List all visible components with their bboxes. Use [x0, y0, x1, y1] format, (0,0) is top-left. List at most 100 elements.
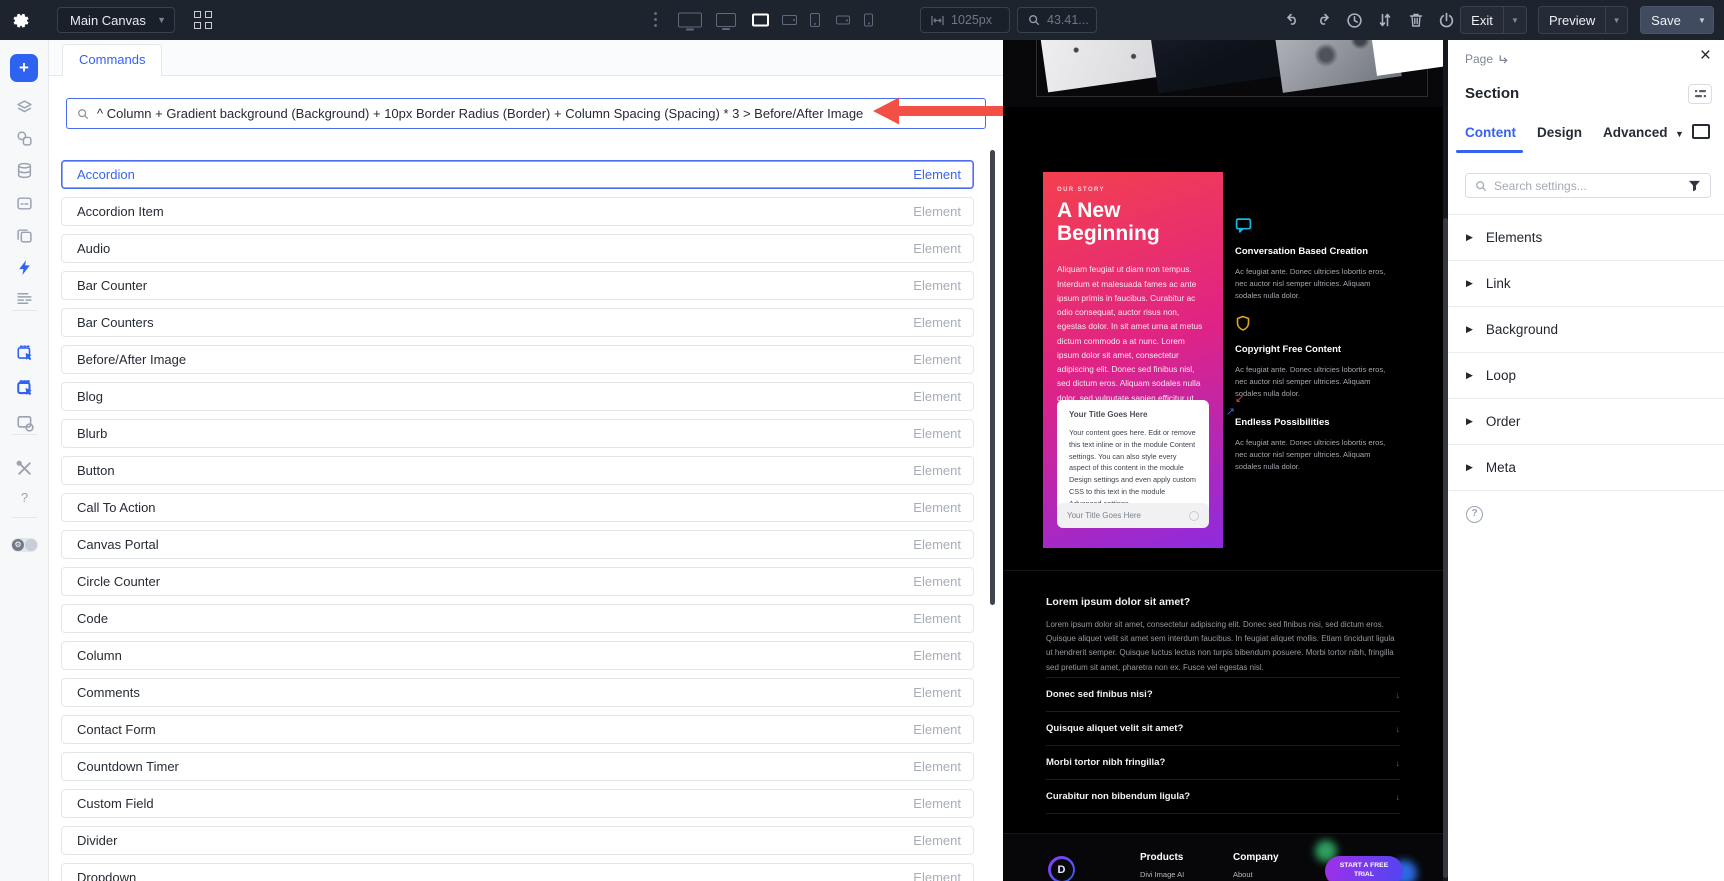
command-input[interactable]: ^ Column + Gradient background (Backgrou… — [66, 98, 986, 129]
layers-icon[interactable] — [16, 99, 33, 116]
command-result-row[interactable]: Dropdown Element — [61, 863, 974, 881]
device-tablet-portrait-button[interactable] — [810, 0, 821, 40]
settings-search-input[interactable]: Search settings... — [1465, 173, 1711, 198]
command-result-row[interactable]: Blog Element — [61, 382, 974, 411]
close-icon[interactable]: × — [1700, 46, 1711, 65]
command-result-row[interactable]: Button Element — [61, 456, 974, 485]
save-chevron-icon[interactable]: ▼ — [1691, 7, 1713, 33]
help-icon[interactable]: ? — [16, 490, 33, 507]
tabs-chevron-down-icon[interactable]: ▼ — [1675, 129, 1684, 139]
settings-section-row[interactable]: ▶ Meta — [1448, 445, 1724, 491]
page-preview-canvas[interactable]: OUR STORY A New Beginning Aliquam feugia… — [1003, 40, 1443, 881]
command-result-row[interactable]: Contact Form Element — [61, 715, 974, 744]
commands-list-scrollbar[interactable] — [990, 150, 995, 605]
footer-link[interactable]: About — [1233, 870, 1279, 879]
breadcrumb[interactable]: Page — [1465, 52, 1509, 66]
settings-section-row[interactable]: ▶ Link — [1448, 261, 1724, 307]
faq-question-row[interactable]: Curabitur non bibendum ligula? ↓ — [1046, 780, 1400, 814]
dashboard-grid-icon[interactable] — [194, 11, 212, 29]
tools-icon[interactable] — [16, 460, 33, 477]
footer-link[interactable]: Divi Image AI — [1140, 870, 1184, 879]
faq-question-row[interactable]: Morbi tortor nibh fringilla? ↓ — [1046, 746, 1400, 780]
portability-icon[interactable] — [1377, 12, 1393, 28]
preview-button[interactable]: Preview ▼ — [1538, 6, 1628, 34]
command-result-row[interactable]: Code Element — [61, 604, 974, 633]
device-tablet-landscape-button[interactable] — [782, 0, 798, 40]
settings-section-row[interactable]: ▶ Elements — [1448, 215, 1724, 261]
responsive-view-icon[interactable] — [1692, 124, 1710, 139]
trash-icon[interactable] — [1408, 12, 1424, 28]
command-result-row[interactable]: Divider Element — [61, 826, 974, 855]
undo-icon[interactable] — [1285, 12, 1301, 28]
command-result-type-badge: Element — [913, 389, 961, 404]
device-desktop-button[interactable] — [716, 0, 738, 40]
canvas-width-field[interactable]: 1025px — [920, 7, 1010, 33]
command-result-row[interactable]: Column Element — [61, 641, 974, 670]
footer-column-header: Products — [1140, 852, 1184, 863]
preview-footer-section[interactable]: D Divi AI Products Divi Image AIDivi Tex… — [1003, 833, 1443, 881]
preview-faq-section[interactable]: Lorem ipsum dolor sit amet? Lorem ipsum … — [1003, 570, 1443, 833]
preview-scrollbar[interactable] — [1443, 40, 1448, 881]
faq-question-row[interactable]: Quisque aliquet velit sit amet? ↓ — [1046, 712, 1400, 746]
command-result-row[interactable]: Accordion Element — [61, 160, 974, 189]
extend-styles-button[interactable] — [1688, 84, 1712, 104]
exit-button[interactable]: Exit ▼ — [1460, 6, 1527, 34]
command-result-row[interactable]: Comments Element — [61, 678, 974, 707]
cta-start-trial-button[interactable]: START A FREE TRIAL — [1325, 856, 1403, 881]
preview-features-section[interactable]: OUR STORY A New Beginning Aliquam feugia… — [1003, 107, 1443, 570]
insert-module-alt-icon[interactable] — [16, 379, 33, 396]
command-result-row[interactable]: Blurb Element — [61, 419, 974, 448]
window-options-icon[interactable] — [16, 414, 34, 432]
add-module-button[interactable]: + — [10, 54, 38, 82]
command-result-row[interactable]: Custom Field Element — [61, 789, 974, 818]
preview-scrollbar-thumb[interactable] — [1443, 218, 1448, 878]
copy-pages-icon[interactable] — [16, 227, 33, 244]
tab-content[interactable]: Content — [1465, 125, 1516, 140]
command-result-row[interactable]: Bar Counters Element — [61, 308, 974, 337]
command-result-row[interactable]: Accordion Item Element — [61, 197, 974, 226]
device-phone-portrait-button[interactable] — [864, 0, 874, 40]
canvas-selector-dropdown[interactable]: Main Canvas ▼ — [57, 7, 175, 33]
insert-module-icon[interactable] — [16, 344, 33, 361]
command-result-row[interactable]: Canvas Portal Element — [61, 530, 974, 559]
canvas-menu-dots-icon[interactable] — [654, 12, 657, 30]
command-result-row[interactable]: Before/After Image Element — [61, 345, 974, 374]
canvas-zoom-field[interactable]: 43.41... — [1017, 7, 1097, 33]
card-icon[interactable] — [16, 195, 33, 212]
tab-advanced[interactable]: Advanced — [1603, 125, 1668, 140]
accordion-item-open[interactable]: Your Title Goes Here Your content goes h… — [1057, 400, 1209, 520]
faq-question-row[interactable]: Donec sed finibus nisi? ↓ — [1046, 678, 1400, 712]
device-phone-landscape-button[interactable] — [836, 0, 851, 40]
device-desktop-large-button[interactable] — [678, 0, 704, 40]
preview-hero-section[interactable] — [1003, 40, 1443, 107]
tab-design[interactable]: Design — [1537, 125, 1582, 140]
save-button[interactable]: Save ▼ — [1640, 6, 1714, 34]
filter-funnel-icon[interactable] — [1688, 180, 1701, 192]
outline-list-icon[interactable] — [16, 290, 33, 307]
shapes-icon[interactable] — [16, 130, 33, 147]
help-circle-icon[interactable]: ? — [1466, 506, 1483, 523]
redo-icon[interactable] — [1315, 12, 1331, 28]
width-arrows-icon — [931, 15, 944, 26]
power-icon[interactable] — [1438, 12, 1455, 29]
accordion-item-closed[interactable]: Your Title Goes Here — [1057, 503, 1209, 528]
lightning-icon[interactable] — [16, 259, 33, 276]
settings-section-row[interactable]: ▶ Order — [1448, 399, 1724, 445]
history-icon[interactable] — [1346, 12, 1363, 29]
command-result-row[interactable]: Audio Element — [61, 234, 974, 263]
feature-title: Endless Possibilities — [1235, 417, 1330, 428]
database-icon[interactable] — [16, 162, 33, 179]
breadcrumb-page-label[interactable]: Page — [1465, 52, 1493, 66]
command-result-row[interactable]: Call To Action Element — [61, 493, 974, 522]
builder-settings-gear-icon[interactable] — [13, 11, 30, 28]
preview-chevron-icon[interactable]: ▼ — [1605, 7, 1627, 33]
device-zoomed-desktop-button-active[interactable] — [752, 0, 770, 40]
command-result-row[interactable]: Countdown Timer Element — [61, 752, 974, 781]
command-result-row[interactable]: Circle Counter Element — [61, 567, 974, 596]
settings-section-row[interactable]: ▶ Loop — [1448, 353, 1724, 399]
settings-toggle[interactable]: ⚙ — [11, 538, 38, 552]
settings-section-row[interactable]: ▶ Background — [1448, 307, 1724, 353]
exit-chevron-icon[interactable]: ▼ — [1503, 7, 1526, 33]
command-result-row[interactable]: Bar Counter Element — [61, 271, 974, 300]
tab-commands[interactable]: Commands — [62, 44, 163, 76]
